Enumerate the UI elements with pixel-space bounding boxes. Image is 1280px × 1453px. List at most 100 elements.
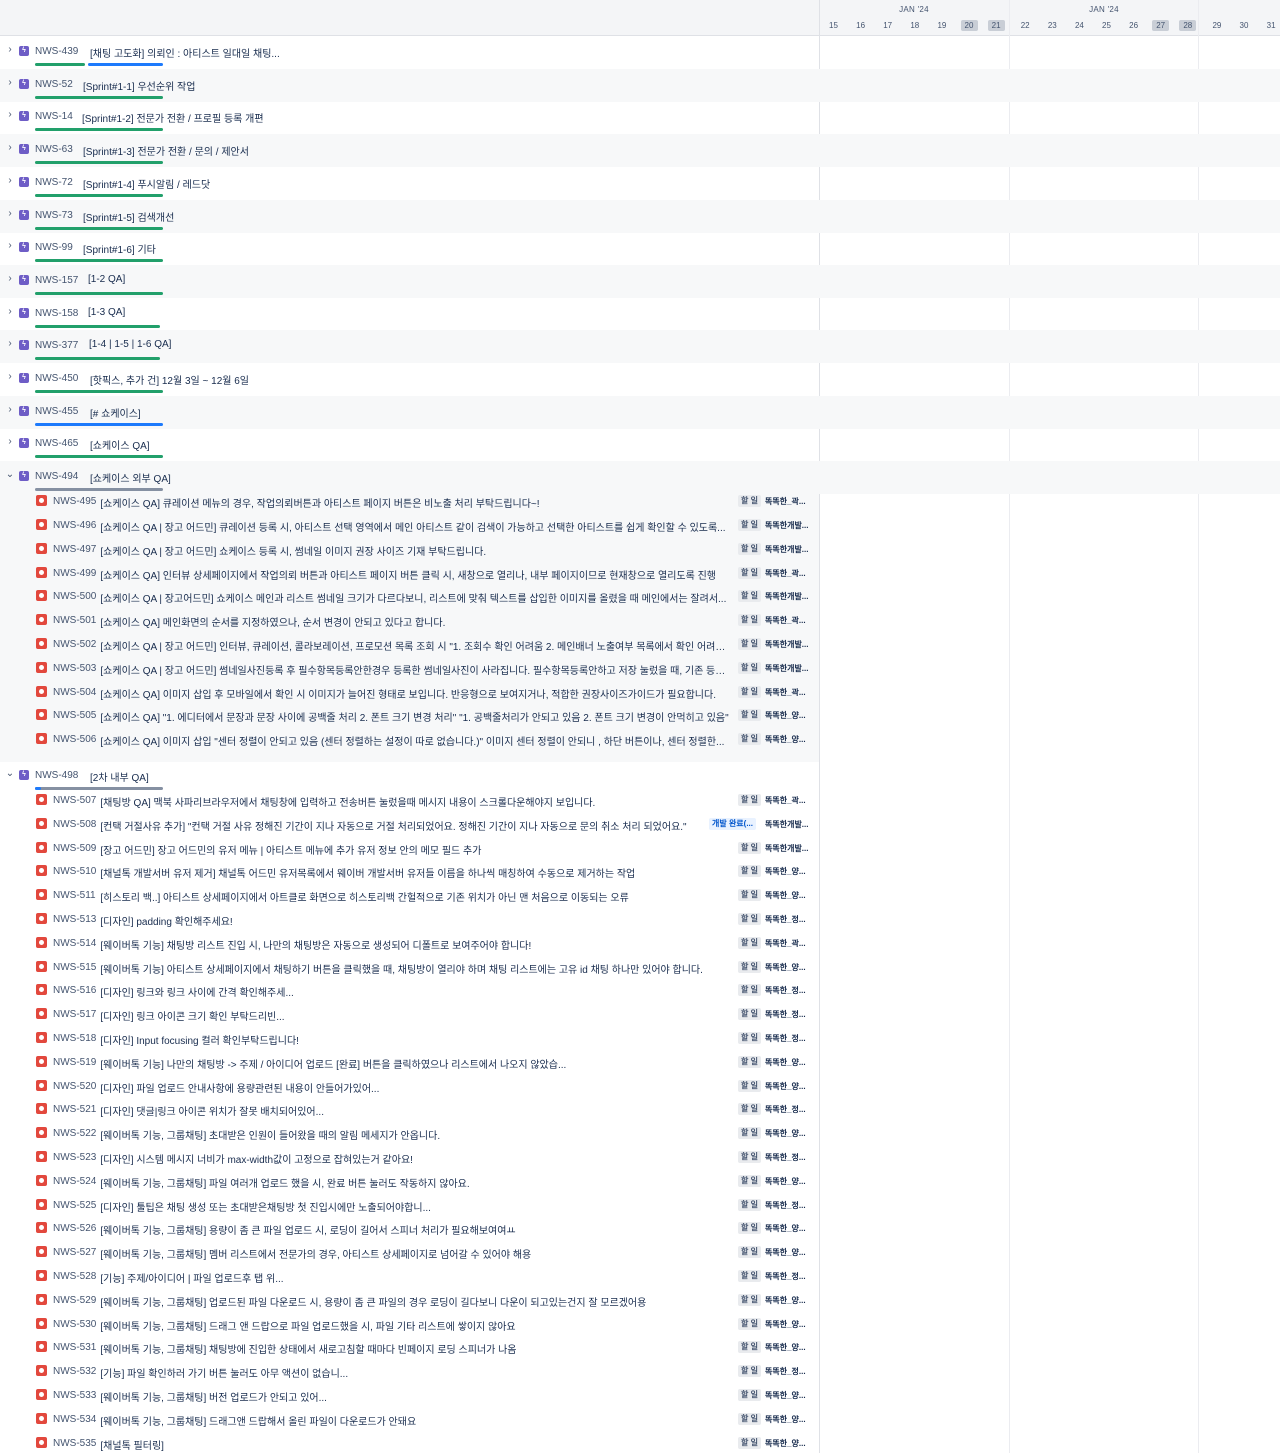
chevron-right-icon[interactable]: ›: [4, 436, 16, 448]
status-lozenge[interactable]: 개발 완료(...: [709, 817, 756, 830]
child-issue-row[interactable]: NWS-515 [웨이버톡 기능] 아티스트 상세페이지에서 채팅하기 버튼을 클…: [0, 956, 819, 980]
child-issue-row[interactable]: NWS-529 [웨이버톡 기능, 그룹채팅] 업로드된 파일 다운로드 시, 용…: [0, 1289, 819, 1313]
issue-key[interactable]: NWS-52: [35, 79, 73, 90]
status-lozenge[interactable]: 할 일: [738, 542, 761, 555]
status-lozenge[interactable]: 할 일: [738, 637, 761, 650]
issue-summary[interactable]: [디자인] 툴팁은 채팅 생성 또는 초대받은채팅방 첫 진입시에만 노출되어야…: [100, 1199, 732, 1214]
status-lozenge[interactable]: 할 일: [738, 1246, 761, 1259]
assignee[interactable]: 똑똑한_곽...: [765, 496, 809, 507]
assignee[interactable]: 똑똑한_양...: [765, 1223, 809, 1234]
issue-summary[interactable]: [웨이버톡 기능, 그룹채팅] 파일 여러개 업로드 했을 시, 완료 버튼 눌…: [100, 1175, 732, 1190]
child-issue-row[interactable]: NWS-532 [기능] 파일 확인하러 가기 버튼 눌러도 아무 액션이 없습니…: [0, 1360, 819, 1384]
status-lozenge[interactable]: 할 일: [738, 1341, 761, 1354]
chevron-right-icon[interactable]: ›: [4, 109, 16, 121]
child-issue-row[interactable]: NWS-508 [컨택 거절사유 추가] "컨택 거절 사유 정해진 기간이 지나…: [0, 813, 819, 837]
issue-key[interactable]: NWS-511: [53, 890, 96, 901]
issue-summary[interactable]: [쇼케이스 QA | 장고 어드민] 큐레이션 등록 시, 아티스트 선택 영역…: [100, 519, 732, 534]
epic-row[interactable]: › ϟ NWS-455 [# 쇼케이스]: [0, 395, 1280, 429]
child-issue-row[interactable]: NWS-518 [디자인] Input focusing 컬러 확인부탁드립니다!…: [0, 1027, 819, 1051]
status-lozenge[interactable]: 할 일: [738, 1317, 761, 1330]
child-issue-row[interactable]: NWS-506 [쇼케이스 QA] 이미지 삽입 "센터 정렬이 안되고 있음 (…: [0, 728, 819, 752]
issue-summary[interactable]: [Sprint#1-4] 푸시알림 / 레드닷: [83, 176, 210, 191]
assignee[interactable]: 똑똑한_양...: [765, 1390, 809, 1401]
issue-summary[interactable]: [웨이버톡 기능, 그룹채팅] 채팅방에 진입한 상태에서 새로고침할 때마다 …: [100, 1341, 732, 1356]
issue-key[interactable]: NWS-72: [35, 177, 73, 188]
issue-summary[interactable]: [쇼케이스 QA] 큐레이션 메뉴의 경우, 작업의뢰버튼과 아티스트 페이지 …: [100, 495, 732, 510]
issue-summary[interactable]: [기능] 파일 확인하러 가기 버튼 눌러도 아무 액션이 없습니...: [100, 1365, 732, 1380]
status-lozenge[interactable]: 할 일: [738, 960, 761, 973]
status-lozenge[interactable]: 할 일: [738, 661, 761, 674]
child-issue-row[interactable]: NWS-530 [웨이버톡 기능, 그룹채팅] 드래그 앤 드랍으로 파일 업로드…: [0, 1313, 819, 1337]
child-issue-row[interactable]: NWS-513 [디자인] padding 확인해주세요! 할 일 똑똑한_정...: [0, 908, 819, 932]
assignee[interactable]: 똑똑한_양...: [765, 1319, 809, 1330]
issue-summary[interactable]: [쇼케이스 QA] 메인화면의 순서를 지정하였으나, 순서 변경이 안되고 있…: [100, 614, 732, 629]
issue-summary[interactable]: [채팅방 QA] 맥북 사파리브라우저에서 채팅창에 입력하고 전송버튼 눌렀을…: [100, 794, 732, 809]
child-issue-row[interactable]: NWS-533 [웨이버톡 기능, 그룹채팅] 버전 업로드가 안되고 있어...…: [0, 1384, 819, 1408]
epic-row[interactable]: › ϟ NWS-14 [Sprint#1-2] 전문가 전환 / 프로필 등록 개편: [0, 101, 1280, 134]
assignee[interactable]: 똑똑한_양...: [765, 866, 809, 877]
issue-key[interactable]: NWS-439: [35, 46, 78, 57]
status-lozenge[interactable]: 할 일: [738, 1436, 761, 1449]
issue-key[interactable]: NWS-14: [35, 111, 73, 122]
child-issue-row[interactable]: NWS-524 [웨이버톡 기능, 그룹채팅] 파일 여러개 업로드 했을 시, …: [0, 1170, 819, 1194]
status-lozenge[interactable]: 할 일: [738, 685, 761, 698]
issue-key[interactable]: NWS-509: [53, 843, 96, 854]
chevron-right-icon[interactable]: ›: [4, 338, 16, 350]
epic-row[interactable]: › ϟ NWS-439 [채팅 고도화] 의뢰인 : 아티스트 일대일 채팅...: [0, 36, 1280, 69]
status-lozenge[interactable]: 할 일: [738, 1388, 761, 1401]
status-lozenge[interactable]: 할 일: [738, 889, 761, 902]
issue-summary[interactable]: [디자인] 링크와 링크 사이에 간격 확인해주세...: [100, 984, 732, 999]
status-lozenge[interactable]: 할 일: [738, 1222, 761, 1235]
assignee[interactable]: 똑똑한_정...: [765, 914, 809, 925]
issue-key[interactable]: NWS-496: [53, 520, 96, 531]
issue-summary[interactable]: [디자인] 링크 아이콘 크기 확인 부탁드리빈...: [100, 1008, 732, 1023]
epic-row[interactable]: › ϟ NWS-377 [1-4 | 1-5 | 1-6 QA]: [0, 330, 1280, 364]
epic-row[interactable]: › ϟ NWS-99 [Sprint#1-6] 기타: [0, 232, 1280, 265]
status-lozenge[interactable]: 할 일: [738, 566, 761, 579]
assignee[interactable]: 똑똑한개발...: [765, 819, 809, 830]
issue-summary[interactable]: [Sprint#1-2] 전문가 전환 / 프로필 등록 개편: [82, 110, 264, 125]
issue-summary[interactable]: [히스토리 백..] 아티스트 상세페이지에서 아트클로 화면으로 히스토리백 …: [100, 889, 732, 904]
issue-summary[interactable]: [Sprint#1-1] 우선순위 작업: [83, 78, 195, 93]
assignee[interactable]: 똑똑한_정...: [765, 1033, 809, 1044]
chevron-right-icon[interactable]: ›: [4, 77, 16, 89]
child-issue-row[interactable]: NWS-501 [쇼케이스 QA] 메인화면의 순서를 지정하였으나, 순서 변경…: [0, 609, 819, 633]
status-lozenge[interactable]: 할 일: [738, 1079, 761, 1092]
issue-key[interactable]: NWS-535: [53, 1438, 96, 1449]
issue-summary[interactable]: [웨이버톡 기능, 그룹채팅] 용량이 좀 큰 파일 업로드 시, 로딩이 길어…: [100, 1222, 732, 1237]
child-issue-row[interactable]: NWS-535 [채널톡 필터링] 할 일 똑똑한_양...: [0, 1432, 819, 1453]
issue-key[interactable]: NWS-520: [53, 1081, 96, 1092]
assignee[interactable]: 똑똑한_곽...: [765, 615, 809, 626]
issue-summary[interactable]: [채널톡 필터링]: [100, 1437, 732, 1452]
child-issue-row[interactable]: NWS-505 [쇼케이스 QA] "1. 에디터에서 문장과 문장 사이에 공백…: [0, 704, 819, 728]
assignee[interactable]: 똑똑한_양...: [765, 710, 809, 721]
issue-key[interactable]: NWS-500: [53, 591, 96, 602]
issue-key[interactable]: NWS-505: [53, 710, 96, 721]
issue-key[interactable]: NWS-508: [53, 819, 96, 830]
issue-summary[interactable]: [채팅 고도화] 의뢰인 : 아티스트 일대일 채팅...: [90, 45, 280, 60]
epic-row[interactable]: › ϟ NWS-72 [Sprint#1-4] 푸시알림 / 레드닷: [0, 167, 1280, 200]
epic-row[interactable]: › ϟ NWS-450 [핫픽스, 추가 건] 12월 3일 ~ 12월 6일: [0, 363, 1280, 396]
child-issue-row[interactable]: NWS-523 [디자인] 시스템 메시지 너비가 max-width값이 고정으…: [0, 1146, 819, 1170]
status-lozenge[interactable]: 할 일: [738, 1103, 761, 1116]
issue-summary[interactable]: [웨이버톡 기능] 아티스트 상세페이지에서 채팅하기 버튼을 클릭했을 때, …: [100, 961, 732, 976]
issue-summary[interactable]: [디자인] Input focusing 컬러 확인부탁드립니다!: [100, 1032, 732, 1047]
status-lozenge[interactable]: 할 일: [738, 865, 761, 878]
issue-key[interactable]: NWS-503: [53, 663, 96, 674]
issue-summary[interactable]: [쇼케이스 QA | 장고어드민] 쇼케이스 메인과 리스트 썸네일 크기가 다…: [100, 590, 732, 605]
child-issue-row[interactable]: NWS-526 [웨이버톡 기능, 그룹채팅] 용량이 좀 큰 파일 업로드 시,…: [0, 1217, 819, 1241]
issue-key[interactable]: NWS-516: [53, 985, 96, 996]
child-issue-row[interactable]: NWS-521 [디자인] 댓글|링크 아이콘 위치가 잘못 배치되어있어... 할…: [0, 1098, 819, 1122]
issue-key[interactable]: NWS-507: [53, 795, 96, 806]
child-issue-row[interactable]: NWS-528 [기능] 주제/아이디어 | 파일 업로드후 탭 위... 할 일 똑…: [0, 1265, 819, 1289]
chevron-right-icon[interactable]: ›: [4, 306, 16, 318]
epic-row[interactable]: › ϟ NWS-52 [Sprint#1-1] 우선순위 작업: [0, 68, 1280, 102]
issue-summary[interactable]: [Sprint#1-3] 전문가 전환 / 문의 / 제안서: [83, 143, 249, 158]
status-lozenge[interactable]: 할 일: [738, 1269, 761, 1282]
issue-key[interactable]: NWS-513: [53, 914, 96, 925]
issue-key[interactable]: NWS-504: [53, 687, 96, 698]
chevron-down-icon[interactable]: ⌄: [4, 469, 16, 481]
issue-summary[interactable]: [디자인] 댓글|링크 아이콘 위치가 잘못 배치되어있어...: [100, 1103, 732, 1118]
issue-summary[interactable]: [디자인] 시스템 메시지 너비가 max-width값이 고정으로 잡혀있는거…: [100, 1151, 732, 1166]
child-issue-row[interactable]: NWS-519 [웨이버톡 기능] 나만의 채팅방 -> 주제 / 아이디어 업로…: [0, 1051, 819, 1075]
